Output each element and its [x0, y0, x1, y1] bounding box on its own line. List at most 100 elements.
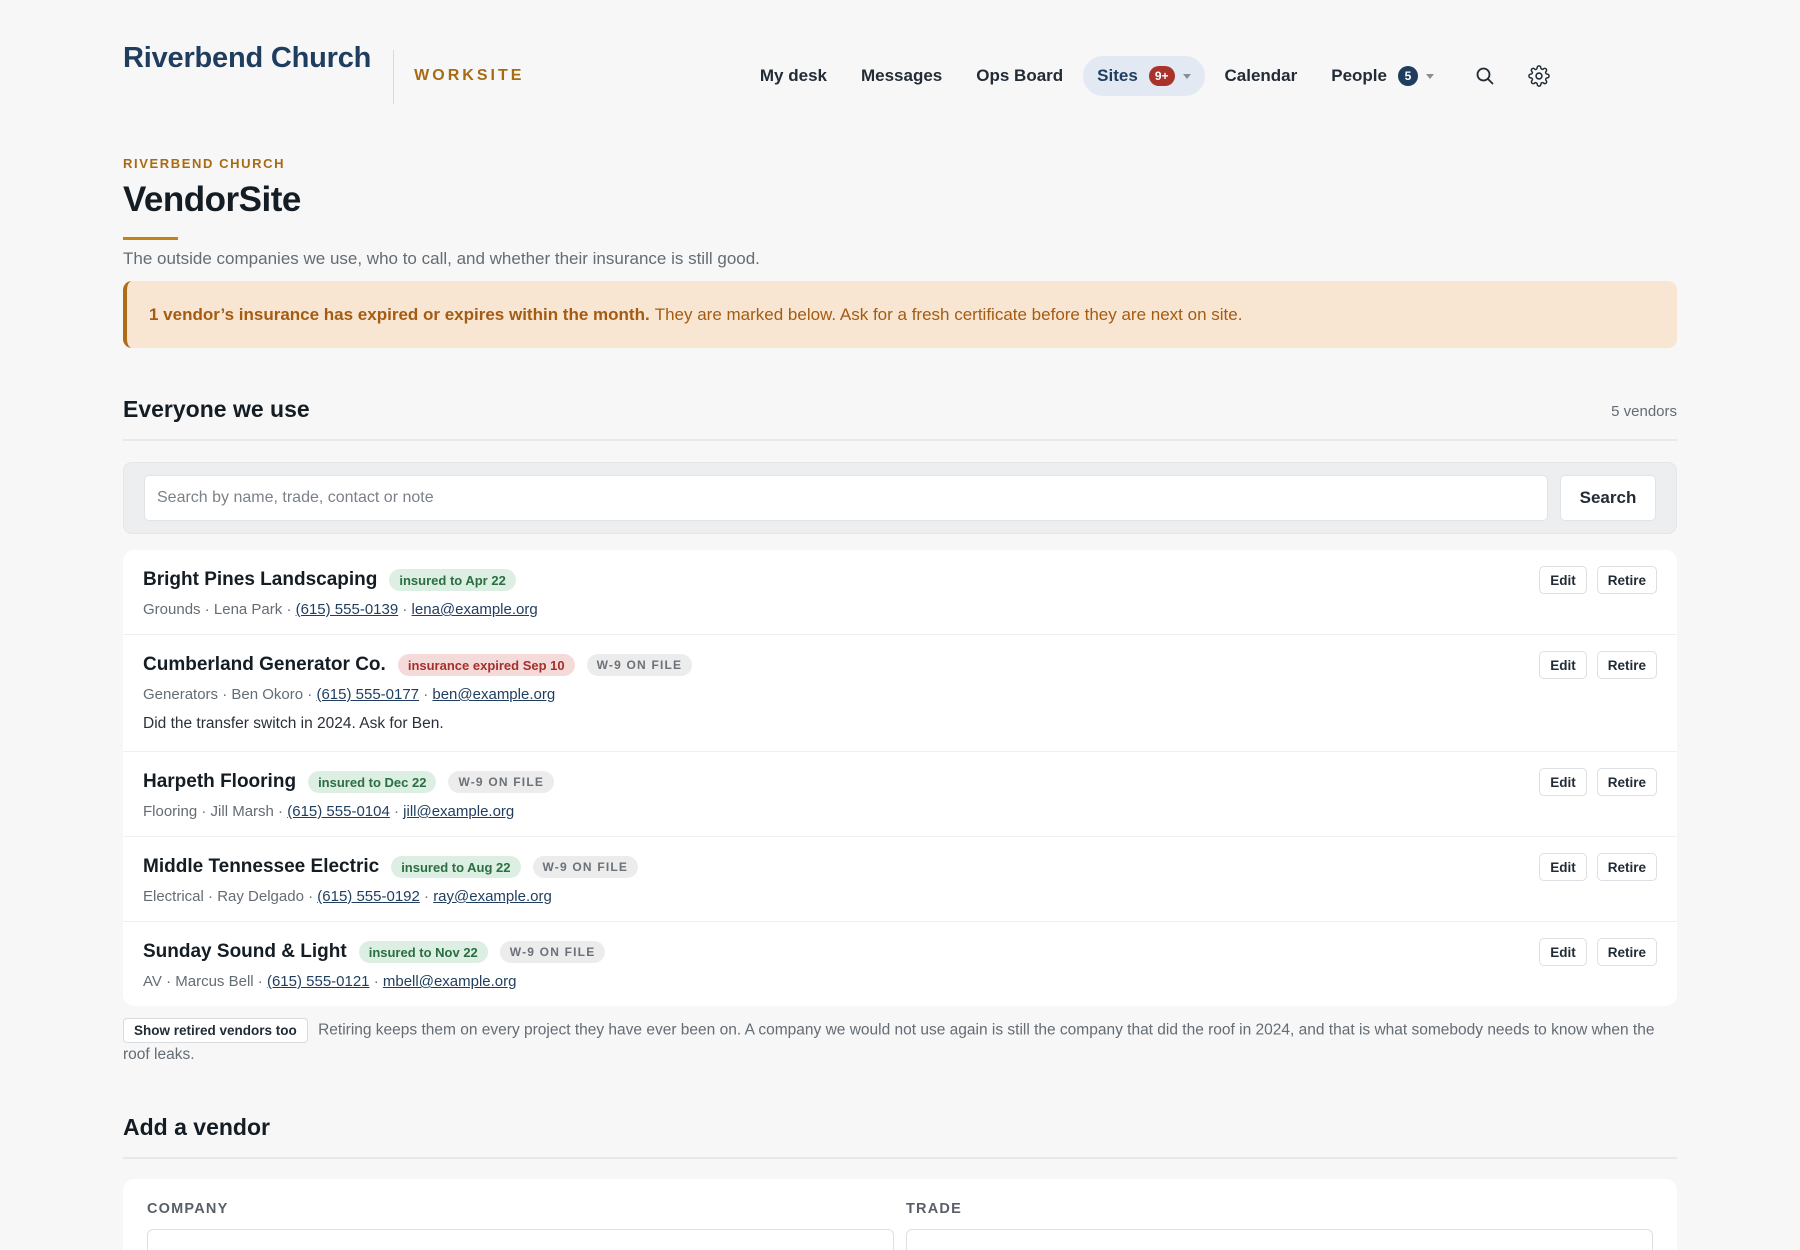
- nav-sites[interactable]: Sites 9+: [1083, 56, 1205, 96]
- vendor-row-top: Harpeth Flooring insured to Dec 22 W-9 ON …: [143, 770, 1657, 794]
- trade-input[interactable]: [906, 1229, 1653, 1250]
- edit-vendor-button[interactable]: Edit: [1539, 651, 1587, 679]
- nav-label: Messages: [860, 66, 943, 85]
- retired-explainer: Retiring keeps them on every project the…: [123, 1021, 1655, 1063]
- page-kicker: RIVERBEND CHURCH: [123, 156, 286, 171]
- retire-vendor-button[interactable]: Retire: [1596, 938, 1657, 966]
- chevron-down-icon: [1426, 73, 1434, 79]
- main-nav: My desk Messages Ops Board Sites 9+ Cale…: [743, 56, 1559, 96]
- add-vendor-header: Add a vendor: [123, 1114, 1677, 1159]
- nav-my-desk[interactable]: My desk: [743, 56, 844, 96]
- vendor-row-top: Bright Pines Landscaping insured to Apr 2…: [143, 568, 1657, 592]
- insurance-badge: insurance expired Sep 10: [397, 654, 575, 676]
- nav-label: Ops Board: [976, 66, 1064, 85]
- vendor-actions: Edit Retire: [1529, 938, 1657, 966]
- retire-vendor-button[interactable]: Retire: [1596, 566, 1657, 594]
- vendor-actions: Edit Retire: [1529, 651, 1657, 679]
- vendor-row-top: Sunday Sound & Light insured to Nov 22 W-9…: [143, 940, 1657, 964]
- vendor-row-top: Middle Tennessee Electric insured to Aug …: [143, 855, 1657, 879]
- nav-label: My desk: [759, 66, 827, 85]
- vendor-name[interactable]: Bright Pines Landscaping: [143, 569, 377, 591]
- nav-people[interactable]: People 5: [1314, 56, 1451, 96]
- retire-vendor-button[interactable]: Retire: [1596, 853, 1657, 881]
- vendor-meta: Generators · Ben Okoro · (615) 555-0177 …: [143, 686, 556, 703]
- w9-badge: W-9 ON FILE: [448, 771, 555, 793]
- vendor-list-title: Everyone we use: [123, 396, 310, 422]
- vendor-contact: Jill Marsh: [210, 803, 274, 820]
- search-button[interactable]: Search: [1560, 475, 1656, 521]
- vendor-note: Did the transfer switch in 2024. Ask for…: [143, 715, 444, 732]
- trade-label: TRADE: [906, 1201, 962, 1217]
- vendor-meta: Electrical · Ray Delgado · (615) 555-019…: [143, 888, 552, 905]
- nav-calendar[interactable]: Calendar: [1208, 56, 1315, 96]
- vendor-count: 5 vendors: [1611, 403, 1677, 420]
- add-vendor-title: Add a vendor: [123, 1114, 270, 1140]
- vendor-actions: Edit Retire: [1529, 566, 1657, 594]
- edit-vendor-button[interactable]: Edit: [1539, 938, 1587, 966]
- vendor-row: Harpeth Flooring insured to Dec 22 W-9 ON …: [123, 752, 1677, 837]
- vendor-row: Cumberland Generator Co. insurance expire…: [123, 635, 1677, 752]
- w9-badge: W-9 ON FILE: [499, 941, 606, 963]
- vendor-trade: Flooring: [143, 803, 198, 820]
- vendor-phone-link[interactable]: (615) 555-0121: [267, 973, 370, 990]
- vendor-trade: Generators: [143, 686, 219, 703]
- insurance-badge: insured to Nov 22: [358, 941, 488, 963]
- edit-vendor-button[interactable]: Edit: [1539, 566, 1587, 594]
- vendor-phone-link[interactable]: (615) 555-0104: [287, 803, 390, 820]
- page-subtitle: The outside companies we use, who to cal…: [123, 249, 760, 268]
- vendor-name[interactable]: Sunday Sound & Light: [143, 941, 347, 963]
- insurance-badge: insured to Dec 22: [308, 771, 437, 793]
- vendor-list-header: Everyone we use 5 vendors: [123, 396, 1677, 441]
- company-field-group: COMPANY: [147, 1201, 894, 1250]
- vendor-actions: Edit Retire: [1529, 853, 1657, 881]
- vendor-name[interactable]: Middle Tennessee Electric: [143, 856, 379, 878]
- w9-badge: W-9 ON FILE: [586, 654, 693, 676]
- vendor-trade: AV: [143, 973, 162, 990]
- retire-vendor-button[interactable]: Retire: [1596, 651, 1657, 679]
- vendor-name[interactable]: Cumberland Generator Co.: [143, 654, 386, 676]
- vendor-trade: Grounds: [143, 601, 201, 618]
- vendor-email-link[interactable]: jill@example.org: [403, 803, 514, 820]
- brand-name[interactable]: Riverbend Church: [123, 42, 371, 75]
- vendor-actions: Edit Retire: [1529, 768, 1657, 796]
- vendor-phone-link[interactable]: (615) 555-0192: [317, 888, 420, 905]
- vendor-row: Middle Tennessee Electric insured to Aug …: [123, 837, 1677, 922]
- vendor-email-link[interactable]: mbell@example.org: [383, 973, 517, 990]
- vendor-phone-link[interactable]: (615) 555-0139: [296, 601, 399, 618]
- brand-divider: [393, 50, 395, 104]
- company-input[interactable]: [147, 1229, 894, 1250]
- vendor-email-link[interactable]: ray@example.org: [433, 888, 552, 905]
- vendor-email-link[interactable]: ben@example.org: [432, 686, 555, 703]
- page: Riverbend Church WORKSITE My desk Messag…: [0, 0, 1800, 1250]
- edit-vendor-button[interactable]: Edit: [1539, 853, 1587, 881]
- nav-ops-board[interactable]: Ops Board: [959, 56, 1080, 96]
- sites-count-badge: 9+: [1148, 66, 1175, 86]
- add-vendor-form: COMPANY TRADE: [123, 1179, 1677, 1250]
- page-title: VendorSite: [123, 180, 301, 219]
- vendor-meta: AV · Marcus Bell · (615) 555-0121 · mbel…: [143, 973, 517, 990]
- vendor-email-link[interactable]: lena@example.org: [412, 601, 538, 618]
- nav-label: People: [1331, 66, 1387, 85]
- search-icon[interactable]: [1465, 56, 1505, 96]
- search-panel: Search: [123, 462, 1677, 534]
- gear-icon[interactable]: [1519, 56, 1559, 96]
- show-retired-button[interactable]: Show retired vendors too: [123, 1018, 308, 1043]
- vendor-contact: Marcus Bell: [175, 973, 254, 990]
- vendor-meta: Grounds · Lena Park · (615) 555-0139 · l…: [143, 601, 538, 618]
- nav-messages[interactable]: Messages: [844, 56, 959, 96]
- vendor-search-input[interactable]: [144, 475, 1548, 521]
- nav-label: Calendar: [1224, 66, 1298, 85]
- vendor-trade: Electrical: [143, 888, 204, 905]
- vendor-phone-link[interactable]: (615) 555-0177: [316, 686, 419, 703]
- vendor-list: Bright Pines Landscaping insured to Apr 2…: [123, 550, 1677, 1006]
- vendor-contact: Ben Okoro: [231, 686, 304, 703]
- vendor-name[interactable]: Harpeth Flooring: [143, 771, 296, 793]
- trade-field-group: TRADE: [906, 1201, 1653, 1250]
- nav-label: Sites: [1097, 66, 1138, 85]
- vendor-meta: Flooring · Jill Marsh · (615) 555-0104 ·…: [143, 803, 515, 820]
- vendor-row: Bright Pines Landscaping insured to Apr 2…: [123, 550, 1677, 635]
- edit-vendor-button[interactable]: Edit: [1539, 768, 1587, 796]
- retire-vendor-button[interactable]: Retire: [1596, 768, 1657, 796]
- w9-badge: W-9 ON FILE: [532, 856, 639, 878]
- people-count-badge: 5: [1398, 66, 1418, 86]
